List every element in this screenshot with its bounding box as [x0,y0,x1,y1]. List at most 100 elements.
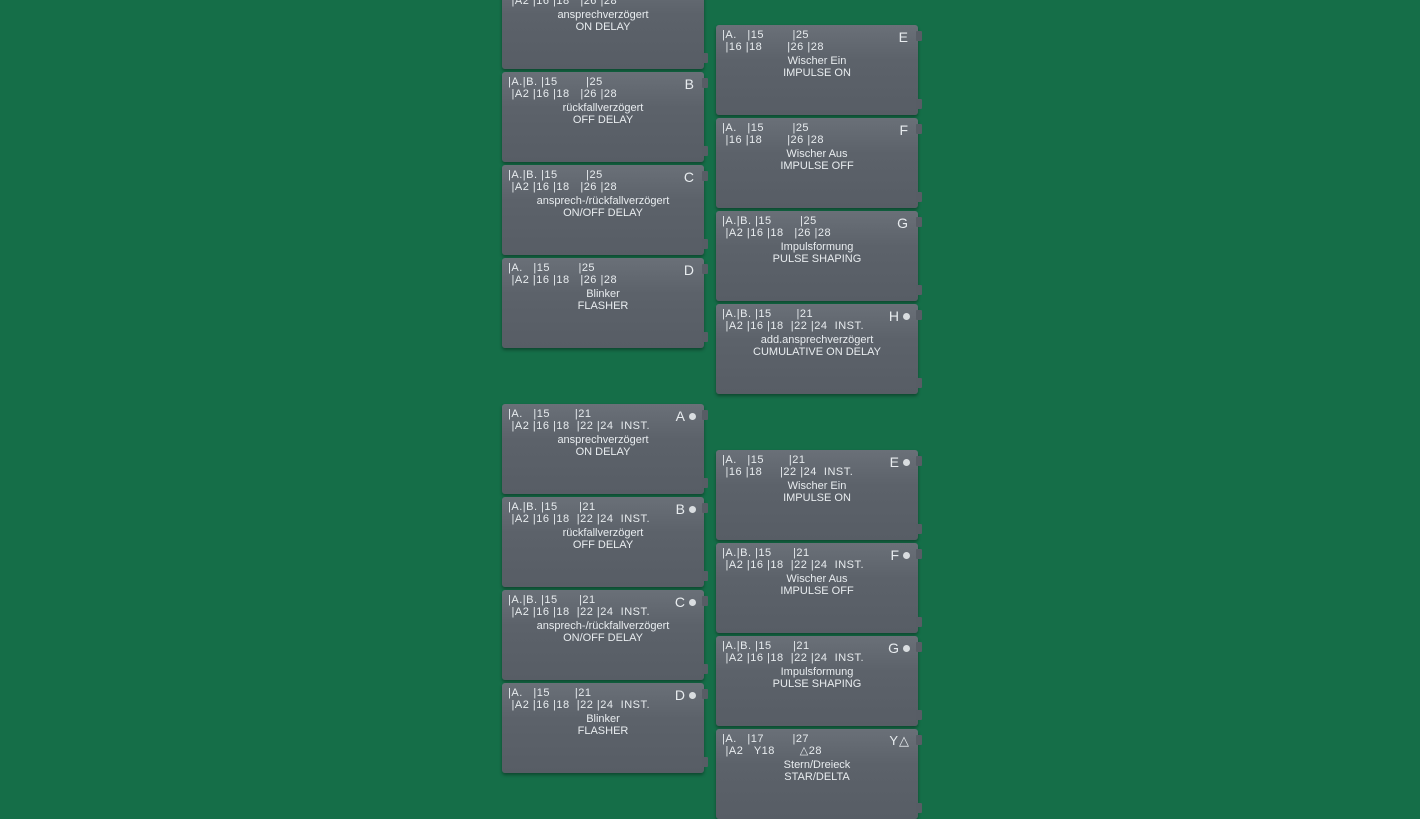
function-title-en: ON DELAY [508,446,698,458]
function-plate: C|A.|B. |15 |25 |A2 |16 |18 |26 |28anspr… [502,165,704,255]
function-title-en: FLASHER [508,300,698,312]
terminal-row-1: |A. |15 |21 [508,408,698,420]
terminal-row-1: |A.|B. |15 |25 [508,76,698,88]
terminal-row-2: |A2 |16 |18 |26 |28 [508,181,698,193]
plate-letter: C [684,171,696,183]
function-plate: H|A.|B. |15 |21 |A2 |16 |18 |22 |24 INST… [716,304,918,394]
function-title-de: Stern/Dreieck [722,759,912,771]
function-title-en: CUMULATIVE ON DELAY [722,346,912,358]
terminal-row-1: |A.|B. |15 |21 [722,308,912,320]
function-title-de: Blinker [508,713,698,725]
plate-letter: H [889,310,910,322]
function-title-en: PULSE SHAPING [722,253,912,265]
function-title-de: Wischer Aus [722,148,912,160]
terminal-row-1: |A.|B. |15 |25 [508,169,698,181]
terminal-row-2: |A2 |16 |18 |22 |24 INST. [508,606,698,618]
plate-column-left: A|A. |15 |21 |A2 |16 |18 |22 |24 INST.an… [502,404,704,819]
plate-letter: E [899,31,910,43]
plate-letter: F [890,549,910,561]
function-title-de: Blinker [508,288,698,300]
dot-icon [689,413,696,420]
function-title-de: rückfallverzögert [508,527,698,539]
plate-letter: A [676,410,696,422]
terminal-row-2: |A2 |16 |18 |26 |28 [508,88,698,100]
function-title-de: Impulsformung [722,241,912,253]
dot-icon [903,313,910,320]
function-plate: B|A.|B. |15 |25 |A2 |16 |18 |26 |28 rückf… [502,72,704,162]
function-title-en: PULSE SHAPING [722,678,912,690]
terminal-row-1: |A. |15 |25 [722,122,912,134]
function-plate: Y△|A. |17 |27 |A2 Y18 △28Stern/DreieckST… [716,729,918,819]
function-title-en: ON/OFF DELAY [508,207,698,219]
dot-icon [903,645,910,652]
plate-letter: B [685,78,696,90]
function-title-de: ansprechverzögert [508,434,698,446]
function-plate: G|A.|B. |15 |21 |A2 |16 |18 |22 |24 INST… [716,636,918,726]
plate-letter: C [675,596,696,608]
plate-sheet: A |A. |15 |25 |A2 |16 |18 |26 |28 ansprech… [502,0,918,819]
terminal-row-1: |A. |15 |21 [508,687,698,699]
function-title-de: Wischer Aus [722,573,912,585]
plate-letter: G [888,642,910,654]
dot-icon [903,459,910,466]
function-title-en: ON DELAY [508,21,698,33]
plate-letter: Y△ [889,735,910,747]
function-title-de: ansprech-/rückfallverzögert [508,620,698,632]
function-plate: G|A.|B. |15 |25 |A2 |16 |18 |26 |28 Impul… [716,211,918,301]
terminal-row-2: |A2 |16 |18 |22 |24 INST. [722,320,912,332]
terminal-row-1: |A.|B. |15 |21 [722,547,912,559]
function-plate: A|A. |15 |21 |A2 |16 |18 |22 |24 INST. an… [502,404,704,494]
plate-letter: D [675,689,696,701]
function-title-de: ansprechverzögert [508,9,698,21]
terminal-row-1: |A.|B. |15 |21 [508,594,698,606]
plate-letter: F [899,124,910,136]
dot-icon [903,552,910,559]
function-title-de: add.ansprechverzögert [722,334,912,346]
terminal-row-1: |A. |15 |25 [508,262,698,274]
plate-block: A|A. |15 |21 |A2 |16 |18 |22 |24 INST.an… [502,404,918,819]
function-title-en: IMPULSE OFF [722,160,912,172]
terminal-row-1: |A. |15 |21 [722,454,912,466]
function-title-de: Impulsformung [722,666,912,678]
terminal-row-1: |A.|B. |15 |21 [722,640,912,652]
function-plate: A|A. |15 |25 |A2 |16 |18 |26 |28ansprech… [502,0,704,69]
function-title-en: ON/OFF DELAY [508,632,698,644]
function-plate: F|A. |15 |25 |16 |18 |26 |28 Wischer AusI… [716,118,918,208]
plate-letter: B [676,503,696,515]
function-title-en: OFF DELAY [508,539,698,551]
dot-icon [689,599,696,606]
function-plate: D|A. |15 |25 |A2 |16 |18 |26 |28BlinkerF… [502,258,704,348]
function-title-de: Wischer Ein [722,55,912,67]
terminal-row-2: |16 |18 |26 |28 [722,134,912,146]
terminal-row-2: |A2 |16 |18 |22 |24 INST. [722,652,912,664]
terminal-row-2: |A2 |16 |18 |22 |24 INST. [508,699,698,711]
terminal-row-2: |A2 |16 |18 |22 |24 INST. [508,513,698,525]
function-title-en: IMPULSE ON [722,492,912,504]
function-title-en: IMPULSE OFF [722,585,912,597]
terminal-row-2: |A2 |16 |18 |22 |24 INST. [508,420,698,432]
plate-block: A|A. |15 |25 |A2 |16 |18 |26 |28ansprech… [502,0,918,394]
function-plate: F|A.|B. |15 |21 |A2 |16 |18 |22 |24 INST… [716,543,918,633]
function-title-de: rückfallverzögert [508,102,698,114]
plate-letter: E [890,456,910,468]
terminal-row-2: |16 |18 |26 |28 [722,41,912,53]
terminal-row-2: |A2 |16 |18 |26 |28 [508,274,698,286]
terminal-row-1: |A. |17 |27 [722,733,912,745]
terminal-row-1: |A. |15 |25 [722,29,912,41]
terminal-row-2: |A2 |16 |18 |26 |28 [722,227,912,239]
dot-icon [689,506,696,513]
function-title-en: STAR/DELTA [722,771,912,783]
terminal-row-1: |A.|B. |15 |25 [722,215,912,227]
plate-column-right: E|A. |15 |25 |16 |18 |26 |28Wischer EinI… [716,25,918,394]
dot-icon [689,692,696,699]
plate-letter: G [897,217,910,229]
terminal-row-2: |A2 |16 |18 |22 |24 INST. [722,559,912,571]
function-plate: C|A.|B. |15 |21 |A2 |16 |18 |22 |24 INST… [502,590,704,680]
function-plate: E|A. |15 |21 |16 |18 |22 |24 INST.Wische… [716,450,918,540]
plate-column-left: A|A. |15 |25 |A2 |16 |18 |26 |28ansprech… [502,0,704,394]
function-title-en: FLASHER [508,725,698,737]
function-plate: E|A. |15 |25 |16 |18 |26 |28 Wischer EinI… [716,25,918,115]
terminal-row-2: |16 |18 |22 |24 INST. [722,466,912,478]
plate-column-right: E|A. |15 |21 |16 |18 |22 |24 INST. Wische… [716,450,918,819]
function-title-en: IMPULSE ON [722,67,912,79]
